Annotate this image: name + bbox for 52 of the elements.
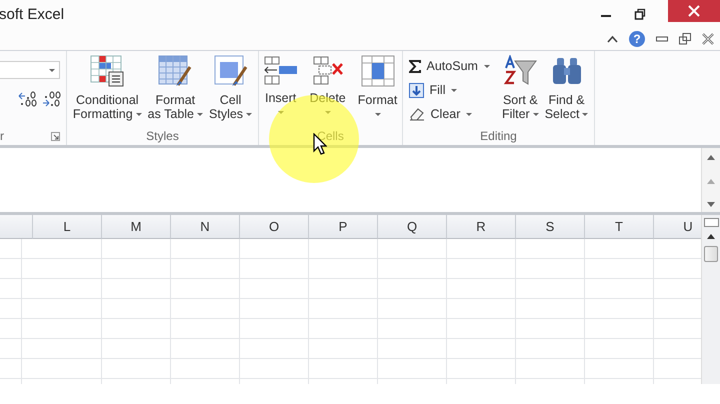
ribbon-button[interactable]: Sort & Filter xyxy=(500,55,541,121)
ribbon-button[interactable]: Cell Styles xyxy=(207,55,254,121)
column-header[interactable]: O xyxy=(240,215,309,239)
insert-cells-icon xyxy=(264,55,298,85)
group-label: r xyxy=(0,129,4,143)
dialog-launcher-icon[interactable] xyxy=(51,132,60,140)
restore-icon[interactable] xyxy=(679,33,691,45)
sort-filter-icon xyxy=(503,55,538,87)
ribbon-button[interactable]: Fill xyxy=(406,79,492,101)
close-button[interactable] xyxy=(668,0,720,22)
collapse-ribbon-icon[interactable] xyxy=(607,35,618,43)
column-header[interactable]: R xyxy=(447,215,516,239)
restore-icon[interactable] xyxy=(634,8,646,20)
sigma-icon xyxy=(408,60,421,72)
column-header[interactable]: Q xyxy=(378,215,447,239)
column-header[interactable]: U xyxy=(654,215,701,239)
table-brush-icon xyxy=(158,55,192,87)
split-box[interactable] xyxy=(704,218,718,227)
close-icon[interactable] xyxy=(702,33,714,45)
delete-cells-icon xyxy=(310,55,345,85)
group-label: Editing xyxy=(480,129,517,143)
column-header[interactable]: S xyxy=(516,215,585,239)
ribbon-button[interactable]: Format as Table xyxy=(146,55,206,121)
ribbon-button[interactable]: Find & Select xyxy=(542,55,590,121)
column-header[interactable]: M xyxy=(102,215,171,239)
help-button[interactable]: ? xyxy=(629,31,645,47)
sheet-scrollbar[interactable] xyxy=(701,215,720,384)
scroll-up-icon[interactable] xyxy=(706,154,716,161)
ribbon-button[interactable]: Insert xyxy=(262,55,300,114)
fill-down-icon xyxy=(408,82,424,98)
column-header[interactable]: N xyxy=(171,215,240,239)
cell-brush-icon xyxy=(214,55,248,87)
column-header[interactable]: L xyxy=(33,215,102,239)
scroll-down-icon[interactable] xyxy=(706,201,716,208)
scroll-up-icon[interactable] xyxy=(706,233,716,240)
minimize-icon[interactable] xyxy=(656,35,668,43)
formula-bar-scrollbar[interactable] xyxy=(701,148,720,212)
ribbon-button[interactable]: AutoSum xyxy=(406,55,492,77)
column-header[interactable]: T xyxy=(585,215,654,239)
ribbon-button[interactable]: Clear xyxy=(406,103,492,125)
group-label: Styles xyxy=(146,129,179,143)
conditional-formatting-icon xyxy=(90,55,124,87)
format-cells-icon xyxy=(360,55,395,87)
ribbon-button[interactable]: Format xyxy=(356,55,400,116)
increase-decimal-icon[interactable] xyxy=(18,91,38,107)
ribbon-button[interactable]: Conditional Formatting xyxy=(70,55,144,121)
decrease-decimal-icon[interactable] xyxy=(42,91,62,107)
close-icon xyxy=(688,5,700,17)
eraser-icon xyxy=(408,107,425,121)
scroll-thumb[interactable] xyxy=(704,246,718,262)
column-header[interactable]: P xyxy=(309,215,378,239)
group-label: Cells xyxy=(317,129,344,143)
